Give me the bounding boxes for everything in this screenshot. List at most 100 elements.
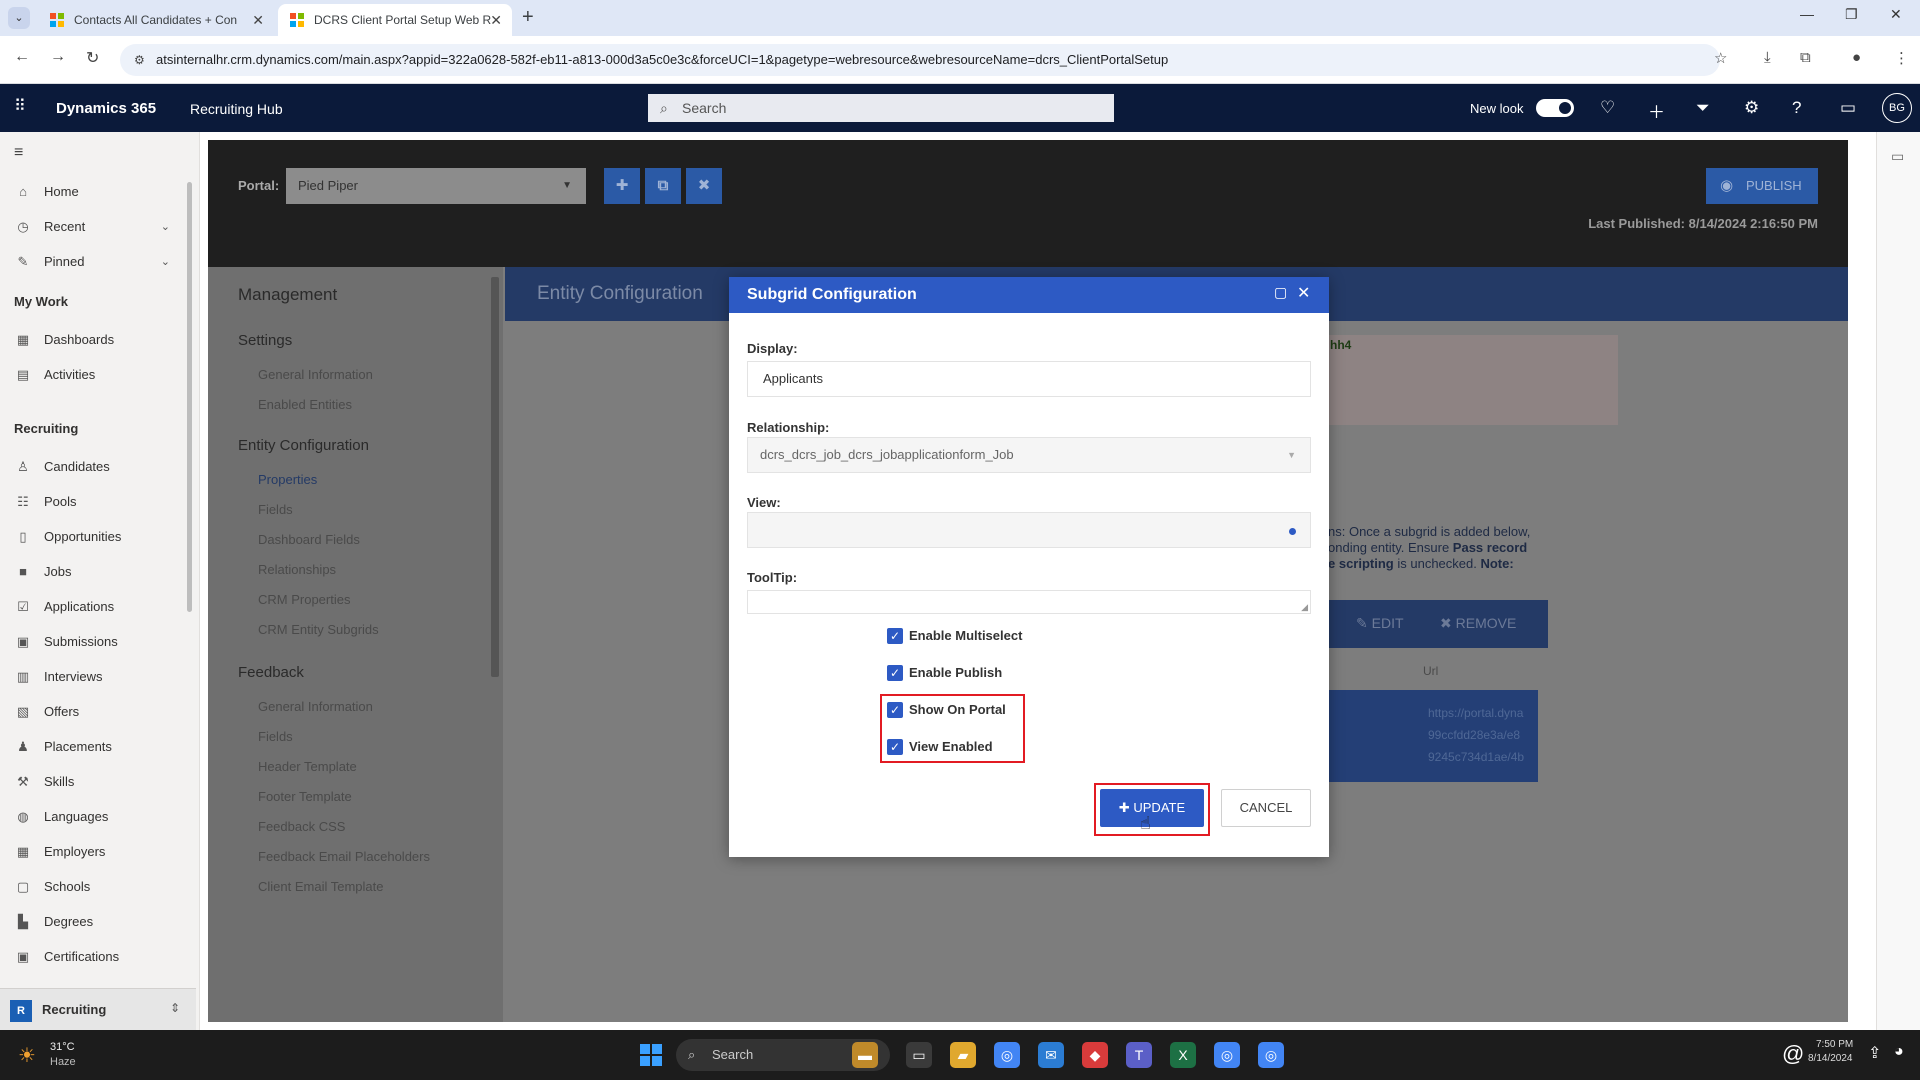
app-name[interactable]: Recruiting Hub bbox=[190, 101, 283, 117]
management-nav-scrollbar[interactable] bbox=[491, 277, 499, 677]
sitemap-item-interviews[interactable]: ▥ Interviews bbox=[0, 662, 196, 692]
windows-start-icon[interactable] bbox=[640, 1044, 662, 1066]
sitemap-item-activities[interactable]: ▤ Activities bbox=[0, 360, 196, 390]
sitemap-item-opportunities[interactable]: ▯ Opportunities bbox=[0, 522, 196, 552]
browser-tab-contacts[interactable]: Contacts All Candidates + Con ✕ bbox=[38, 4, 274, 36]
copy-portal-button[interactable]: ⧉ bbox=[645, 168, 681, 204]
help-icon[interactable]: ? bbox=[1792, 98, 1801, 118]
global-search-input[interactable]: ⌕ Search bbox=[648, 94, 1114, 122]
publish-button[interactable]: ◉ PUBLISH bbox=[1706, 168, 1818, 204]
nav-entity-dashboard-fields[interactable]: Dashboard Fields bbox=[258, 532, 360, 547]
relationship-select[interactable]: dcrs_dcrs_job_dcrs_jobapplicationform_Jo… bbox=[747, 437, 1311, 473]
chrome-icon[interactable]: ◎ bbox=[1214, 1042, 1240, 1068]
close-icon[interactable]: ✕ bbox=[1297, 283, 1310, 303]
sitemap-item-pools[interactable]: ☷ Pools bbox=[0, 487, 196, 517]
restore-icon[interactable]: ❐ bbox=[1845, 6, 1858, 23]
profile-icon[interactable]: ● bbox=[1852, 49, 1861, 66]
nav-feedback-email-placeholders[interactable]: Feedback Email Placeholders bbox=[258, 849, 430, 864]
nav-client-email-template[interactable]: Client Email Template bbox=[258, 879, 383, 894]
update-button[interactable]: ✚ UPDATE bbox=[1100, 789, 1204, 827]
back-icon[interactable]: ← bbox=[14, 48, 30, 66]
teams-icon[interactable]: T bbox=[1126, 1042, 1152, 1068]
sitemap-item-candidates[interactable]: ♙ Candidates bbox=[0, 452, 196, 482]
sitemap-item-dashboards[interactable]: ▦ Dashboards bbox=[0, 325, 196, 355]
outlook-icon[interactable]: ✉ bbox=[1038, 1042, 1064, 1068]
display-input[interactable]: Applicants bbox=[747, 361, 1311, 397]
more-icon[interactable]: ⋮ bbox=[1894, 49, 1909, 67]
resize-handle-icon[interactable]: ◢ bbox=[1301, 602, 1308, 613]
extensions-icon[interactable]: ⧉ bbox=[1800, 49, 1811, 66]
settings-gear-icon[interactable]: ⚙ bbox=[1744, 98, 1759, 118]
sitemap-item-schools[interactable]: ▢ Schools bbox=[0, 872, 196, 902]
nav-entity-properties[interactable]: Properties bbox=[258, 472, 317, 487]
nav-feedback-css[interactable]: Feedback CSS bbox=[258, 819, 345, 834]
sitemap-item-submissions[interactable]: ▣ Submissions bbox=[0, 627, 196, 657]
cancel-button[interactable]: CANCEL bbox=[1221, 789, 1311, 827]
clock-time[interactable]: 7:50 PM bbox=[1816, 1039, 1853, 1050]
nav-entity-crm-properties[interactable]: CRM Properties bbox=[258, 592, 350, 607]
sitemap-item-skills[interactable]: ⚒ Skills bbox=[0, 767, 196, 797]
chrome-icon[interactable]: ◎ bbox=[1258, 1042, 1284, 1068]
sitemap-item-pinned[interactable]: ✎ Pinned ⌄ bbox=[0, 247, 196, 277]
nav-settings-enabled-entities[interactable]: Enabled Entities bbox=[258, 397, 352, 412]
sitemap-item-certifications[interactable]: ▣ Certifications bbox=[0, 942, 196, 972]
nav-entity-relationships[interactable]: Relationships bbox=[258, 562, 336, 577]
portal-select[interactable]: Pied Piper ▼ bbox=[286, 168, 586, 204]
checkmark-icon[interactable]: ✓ bbox=[887, 628, 903, 644]
add-portal-button[interactable]: ✚ bbox=[604, 168, 640, 204]
remove-subgrid-button[interactable]: ✖ REMOVE bbox=[1440, 615, 1516, 632]
sitemap-scrollbar[interactable] bbox=[187, 182, 192, 612]
user-avatar[interactable]: BG bbox=[1882, 93, 1912, 123]
chrome-icon[interactable]: ◎ bbox=[994, 1042, 1020, 1068]
chat-icon[interactable]: ▭ bbox=[1840, 98, 1856, 118]
tab-close-icon[interactable]: ✕ bbox=[490, 4, 502, 36]
tray-upload-icon[interactable]: ⇪ bbox=[1868, 1043, 1881, 1063]
enable-publish-checkbox[interactable]: ✓ Enable Publish bbox=[887, 663, 1002, 683]
nav-feedback-footer-template[interactable]: Footer Template bbox=[258, 789, 352, 804]
nav-feedback-header-template[interactable]: Header Template bbox=[258, 759, 357, 774]
nav-feedback-fields[interactable]: Fields bbox=[258, 729, 293, 744]
nav-entity-crm-subgrids[interactable]: CRM Entity Subgrids bbox=[258, 622, 379, 637]
chevron-down-icon[interactable]: ⌄ bbox=[161, 212, 170, 242]
maximize-icon[interactable]: ▢ bbox=[1274, 284, 1287, 301]
download-icon[interactable]: ⤓ bbox=[1764, 49, 1771, 66]
view-select[interactable] bbox=[747, 512, 1311, 548]
sitemap-item-placements[interactable]: ♟ Placements bbox=[0, 732, 196, 762]
forward-icon[interactable]: → bbox=[50, 48, 66, 66]
file-explorer-icon[interactable]: ▰ bbox=[950, 1042, 976, 1068]
reload-icon[interactable]: ↻ bbox=[86, 48, 99, 68]
nav-settings-general-information[interactable]: General Information bbox=[258, 367, 373, 382]
sitemap-item-applications[interactable]: ☑ Applications bbox=[0, 592, 196, 622]
sitemap-item-recent[interactable]: ◷ Recent ⌄ bbox=[0, 212, 196, 242]
app-launcher-icon[interactable]: ⠿ bbox=[14, 98, 32, 116]
plus-icon[interactable]: ＋ bbox=[1648, 98, 1665, 123]
edit-subgrid-button[interactable]: ✎ EDIT bbox=[1356, 615, 1404, 632]
taskbar-task-view-icon[interactable]: ▭ bbox=[906, 1042, 932, 1068]
nav-entity-fields[interactable]: Fields bbox=[258, 502, 293, 517]
brand-name[interactable]: Dynamics 365 bbox=[56, 100, 156, 117]
delete-portal-button[interactable]: ✖ bbox=[686, 168, 722, 204]
nav-feedback-general-information[interactable]: General Information bbox=[258, 699, 373, 714]
area-switcher[interactable]: R Recruiting ⇕ bbox=[0, 988, 196, 1030]
tab-search-icon[interactable]: ⌄ bbox=[8, 7, 30, 29]
weather-sun-icon[interactable]: ☀ bbox=[18, 1043, 36, 1068]
chevron-down-icon[interactable]: ⌄ bbox=[161, 247, 170, 277]
copilot-chat-icon[interactable]: ▭ bbox=[1891, 148, 1904, 165]
clock-date[interactable]: 8/14/2024 bbox=[1808, 1053, 1853, 1064]
sitemap-item-offers[interactable]: ▧ Offers bbox=[0, 697, 196, 727]
new-look-toggle[interactable] bbox=[1536, 99, 1574, 117]
star-icon[interactable]: ☆ bbox=[1714, 49, 1727, 67]
filter-icon[interactable]: ⏷ bbox=[1696, 98, 1710, 118]
browser-tab-portal-setup[interactable]: DCRS Client Portal Setup Web R ✕ bbox=[278, 4, 512, 36]
minimize-icon[interactable]: — bbox=[1800, 6, 1814, 22]
tooltip-textarea[interactable]: ◢ bbox=[747, 590, 1311, 614]
site-info-icon[interactable]: ⚙ bbox=[134, 44, 145, 76]
hamburger-icon[interactable]: ≡ bbox=[14, 144, 23, 162]
sitemap-item-degrees[interactable]: ▙ Degrees bbox=[0, 907, 196, 937]
tab-close-icon[interactable]: ✕ bbox=[252, 4, 264, 36]
sitemap-item-jobs[interactable]: ■ Jobs bbox=[0, 557, 196, 587]
sitemap-item-languages[interactable]: ◍ Languages bbox=[0, 802, 196, 832]
window-close-icon[interactable]: ✕ bbox=[1890, 6, 1902, 23]
excel-icon[interactable]: X bbox=[1170, 1042, 1196, 1068]
new-tab-icon[interactable]: + bbox=[522, 6, 534, 29]
